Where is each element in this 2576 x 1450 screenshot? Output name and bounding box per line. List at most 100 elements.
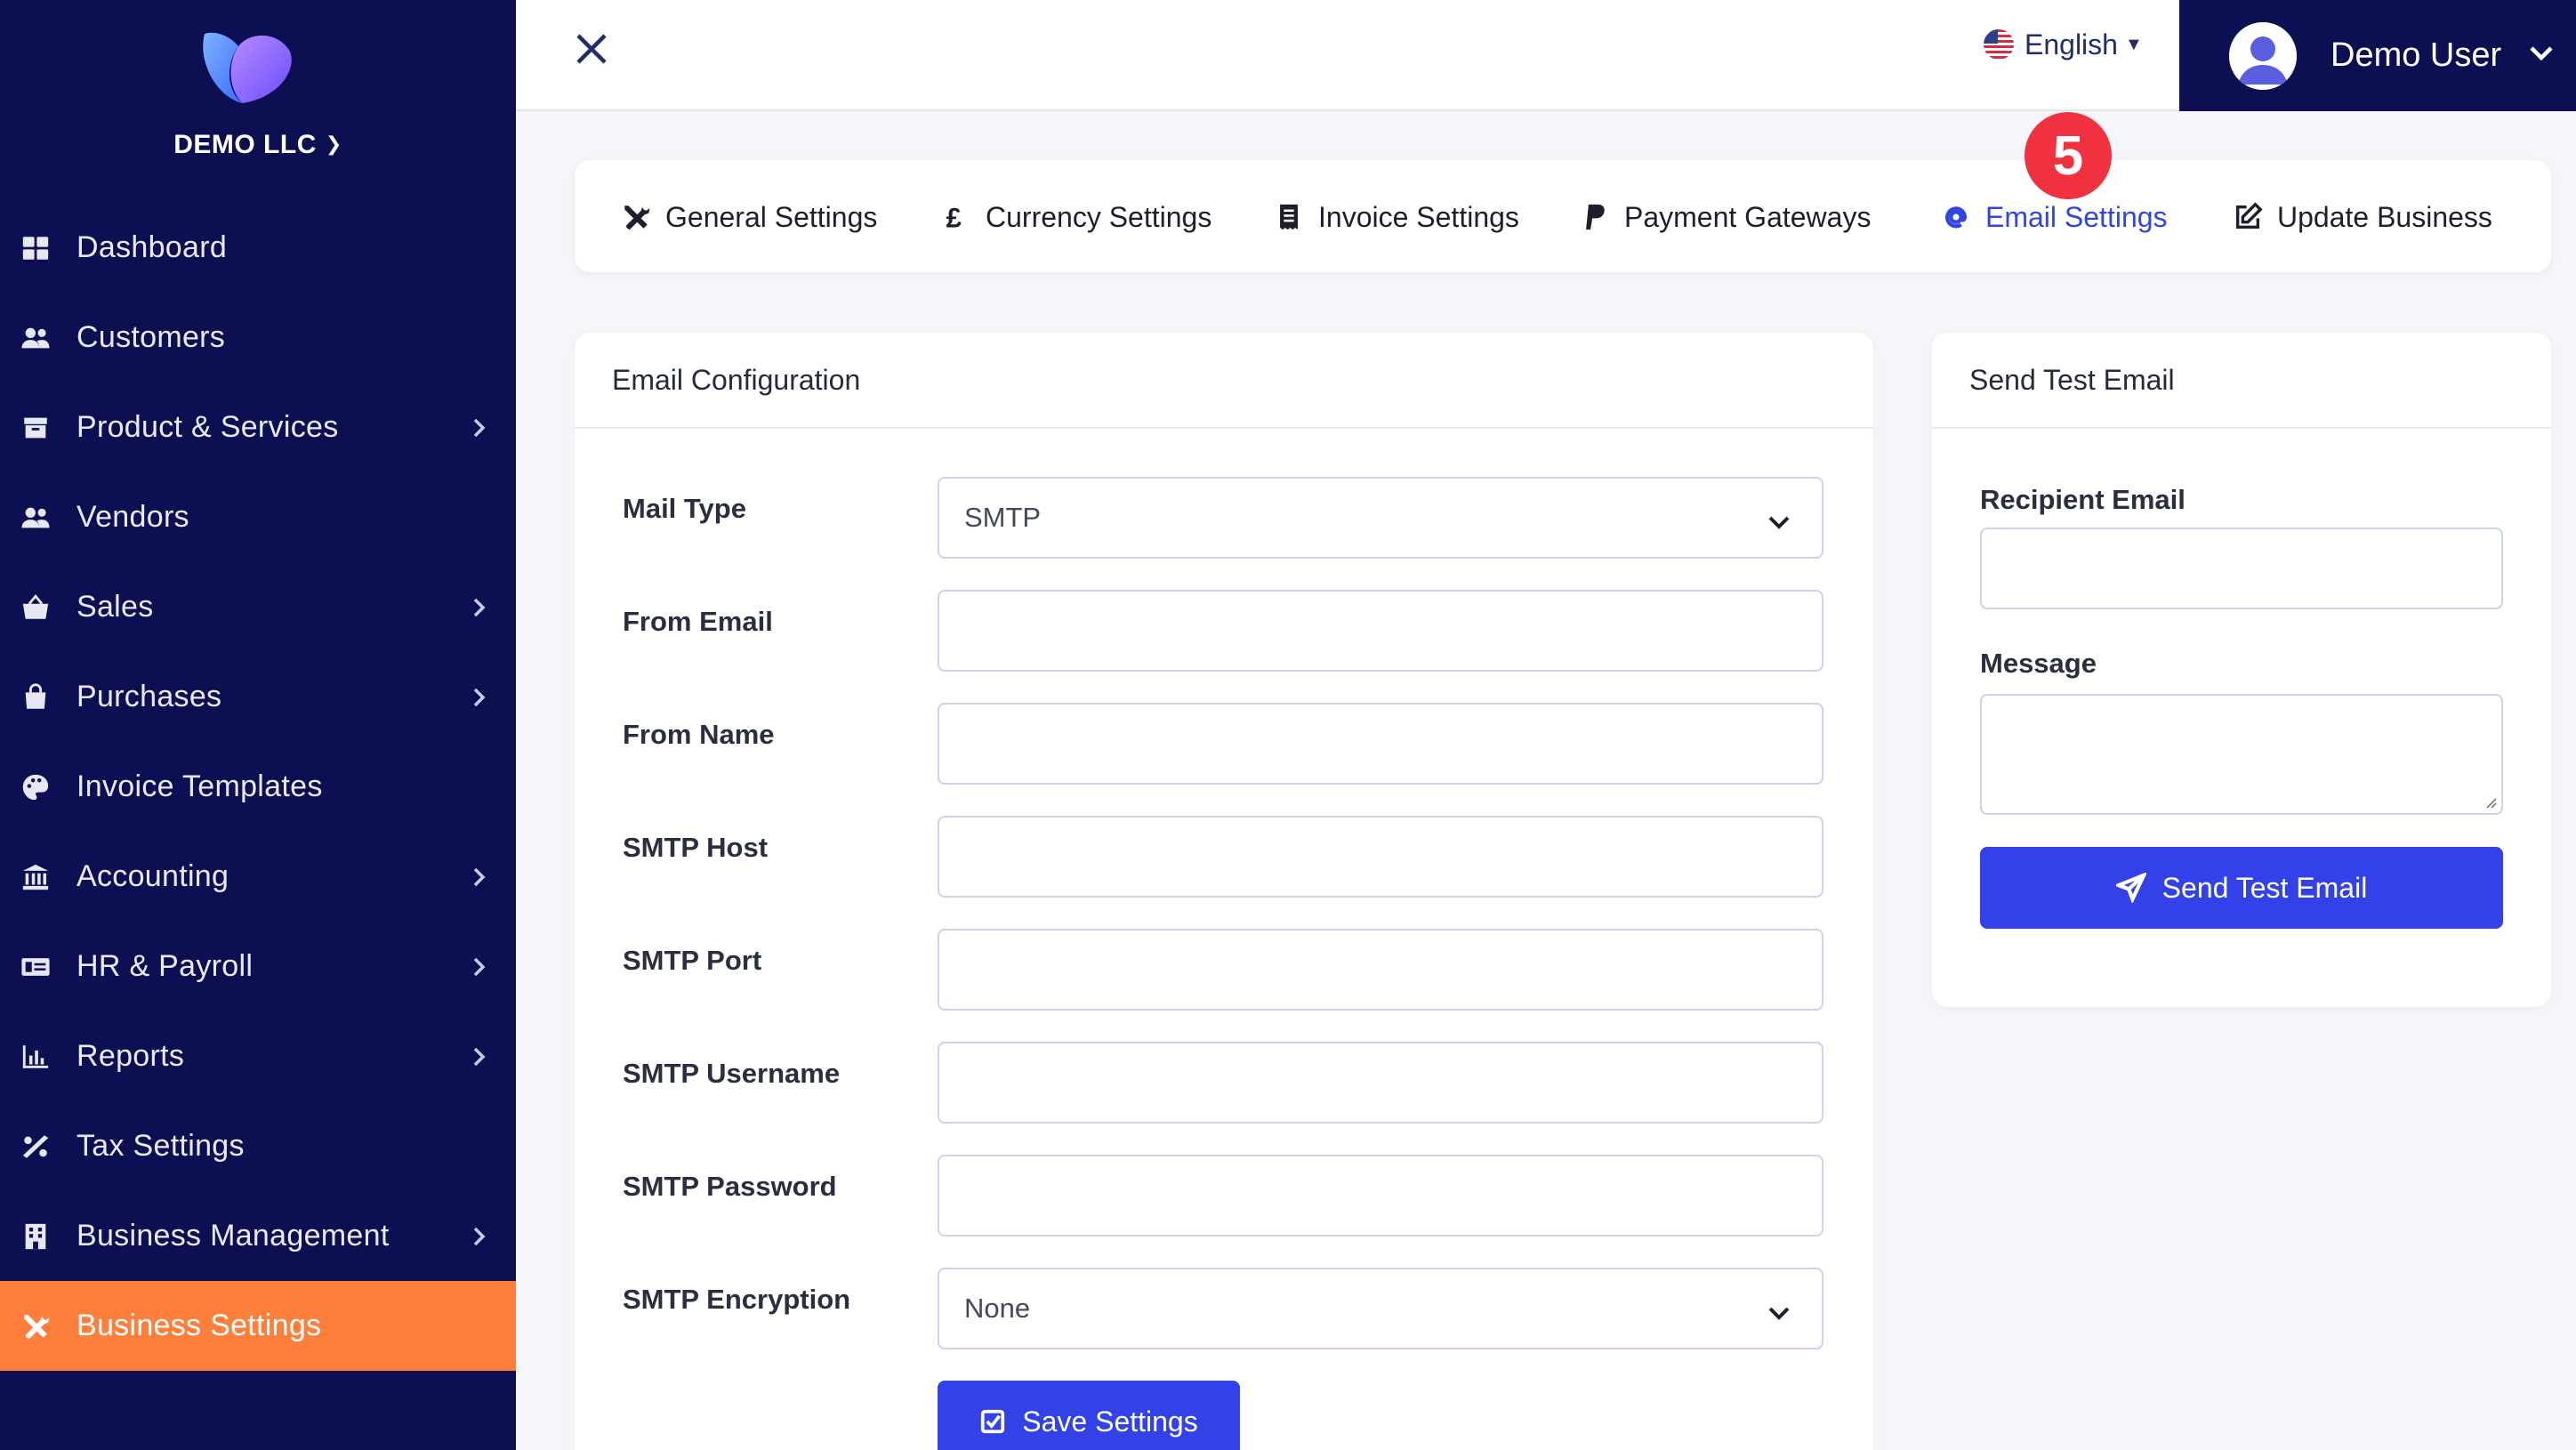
sidebar-item-vendors[interactable]: Vendors: [0, 472, 516, 562]
close-icon[interactable]: [569, 27, 614, 71]
sidebar-item-label: Business Settings: [76, 1309, 322, 1342]
sidebar-item-invoice-templates[interactable]: Invoice Templates: [0, 742, 516, 832]
tab-update-business[interactable]: Update Business: [2233, 197, 2492, 237]
bank-icon: [18, 859, 53, 895]
sidebar-nav: Dashboard Customers Product & Services V…: [0, 203, 516, 1371]
send-test-email-button[interactable]: Send Test Email: [1980, 847, 2503, 929]
brand-logo[interactable]: [197, 25, 297, 107]
user-menu[interactable]: Demo User: [2179, 0, 2576, 111]
sidebar-item-label: Reports: [76, 1039, 185, 1073]
smtp-password-label: SMTP Password: [623, 1171, 837, 1202]
sidebar-item-label: Invoice Templates: [76, 769, 323, 803]
percent-icon: [18, 1129, 53, 1164]
smtp-encryption-label: SMTP Encryption: [623, 1284, 851, 1315]
sidebar-item-label: Accounting: [76, 859, 229, 893]
from-name-field[interactable]: [938, 703, 1823, 785]
chevron-right-icon: [470, 686, 489, 709]
chevron-right-icon: [470, 866, 489, 889]
palette-icon: [18, 769, 53, 805]
tab-label: Update Business: [2277, 200, 2492, 233]
smtp-port-field[interactable]: [938, 929, 1823, 1011]
sidebar-item-business-management[interactable]: Business Management: [0, 1191, 516, 1281]
save-settings-button[interactable]: Save Settings: [938, 1381, 1240, 1450]
from-email-label: From Email: [623, 606, 773, 637]
tab-label: Payment Gateways: [1624, 200, 1872, 233]
sidebar-item-sales[interactable]: Sales: [0, 562, 516, 652]
sidebar-item-customers[interactable]: Customers: [0, 293, 516, 383]
sidebar-item-label: Dashboard: [76, 230, 228, 264]
mail-type-select[interactable]: SMTP: [938, 477, 1823, 559]
chevron-down-icon: [2528, 44, 2555, 67]
chevron-right-icon: [470, 1225, 489, 1248]
mail-type-label: Mail Type: [623, 493, 746, 524]
sidebar-item-business-settings[interactable]: Business Settings: [0, 1281, 516, 1371]
message-textarea[interactable]: [1980, 694, 2503, 815]
tab-email-settings[interactable]: Email Settings: [1941, 197, 2168, 237]
chevron-down-icon: ❯: [325, 133, 342, 155]
tab-label: Currency Settings: [986, 200, 1212, 233]
chevron-right-icon: [470, 596, 489, 619]
receipt-icon: [1280, 204, 1298, 230]
settings-tabs: General Settings £ Currency Settings Inv…: [575, 160, 2551, 272]
company-name: DEMO LLC: [173, 130, 317, 159]
sidebar-item-purchases[interactable]: Purchases: [0, 652, 516, 742]
smtp-password-field[interactable]: [938, 1155, 1823, 1237]
top-bar: English ▼ Demo User: [516, 0, 2576, 111]
bag-icon: [18, 680, 53, 715]
at-icon: [1944, 206, 1968, 229]
sidebar-item-label: Vendors: [76, 500, 189, 534]
checkbox-icon: [981, 1409, 1005, 1434]
sidebar-item-accounting[interactable]: Accounting: [0, 832, 516, 922]
card-title: Send Test Email: [1932, 333, 2551, 429]
card-title: Email Configuration: [575, 333, 1873, 429]
from-email-field[interactable]: [938, 590, 1823, 672]
tab-currency-settings[interactable]: £ Currency Settings: [941, 197, 1212, 237]
tab-label: Invoice Settings: [1318, 200, 1519, 233]
sidebar-item-label: Tax Settings: [76, 1129, 245, 1163]
tab-general-settings[interactable]: General Settings: [621, 197, 877, 237]
svg-text:£: £: [946, 202, 962, 232]
tools-icon: [18, 1309, 53, 1344]
smtp-host-field[interactable]: [938, 816, 1823, 898]
money-card-icon: [18, 949, 53, 985]
sidebar-item-tax-settings[interactable]: Tax Settings: [0, 1101, 516, 1191]
sidebar-item-label: Product & Services: [76, 410, 339, 444]
tab-payment-gateways[interactable]: Payment Gateways: [1580, 197, 1871, 237]
sidebar-item-reports[interactable]: Reports: [0, 1011, 516, 1101]
smtp-username-field[interactable]: [938, 1042, 1823, 1124]
recipient-email-field[interactable]: [1980, 528, 2503, 609]
chevron-down-icon: [1767, 507, 1791, 539]
chevron-right-icon: [470, 955, 489, 979]
user-name: Demo User: [2330, 36, 2502, 74]
smtp-encryption-select[interactable]: None: [938, 1268, 1823, 1349]
resize-handle-icon[interactable]: [2483, 795, 2498, 810]
mail-type-value: SMTP: [964, 502, 1042, 533]
save-settings-label: Save Settings: [1022, 1405, 1198, 1438]
pound-icon: £: [946, 202, 962, 232]
tab-invoice-settings[interactable]: Invoice Settings: [1274, 197, 1519, 237]
users-icon: [18, 500, 53, 536]
smtp-username-label: SMTP Username: [623, 1058, 841, 1089]
company-switcher[interactable]: DEMO LLC ❯: [0, 130, 516, 160]
sidebar-item-label: Sales: [76, 590, 154, 624]
tab-label: General Settings: [665, 200, 878, 233]
tools-icon: [624, 205, 650, 230]
language-selector[interactable]: English ▼: [1984, 27, 2143, 62]
bar-chart-icon: [18, 1039, 53, 1075]
users-icon: [18, 320, 53, 356]
sidebar-item-product-services[interactable]: Product & Services: [0, 383, 516, 472]
edit-icon: [2235, 202, 2263, 230]
sidebar-item-label: Customers: [76, 320, 226, 354]
chevron-right-icon: [470, 1045, 489, 1068]
tab-label: Email Settings: [1985, 200, 2168, 233]
sidebar-item-hr-payroll[interactable]: HR & Payroll: [0, 922, 516, 1011]
avatar: [2229, 21, 2297, 90]
basket-icon: [18, 590, 53, 625]
sidebar-item-label: Business Management: [76, 1219, 390, 1253]
sidebar: DEMO LLC ❯ Dashboard Customers Product & …: [0, 0, 516, 1450]
sidebar-item-dashboard[interactable]: Dashboard: [0, 203, 516, 293]
language-label: English: [2025, 28, 2118, 60]
from-name-label: From Name: [623, 719, 775, 750]
chevron-down-icon: [1767, 1298, 1791, 1330]
chevron-right-icon: [470, 416, 489, 439]
